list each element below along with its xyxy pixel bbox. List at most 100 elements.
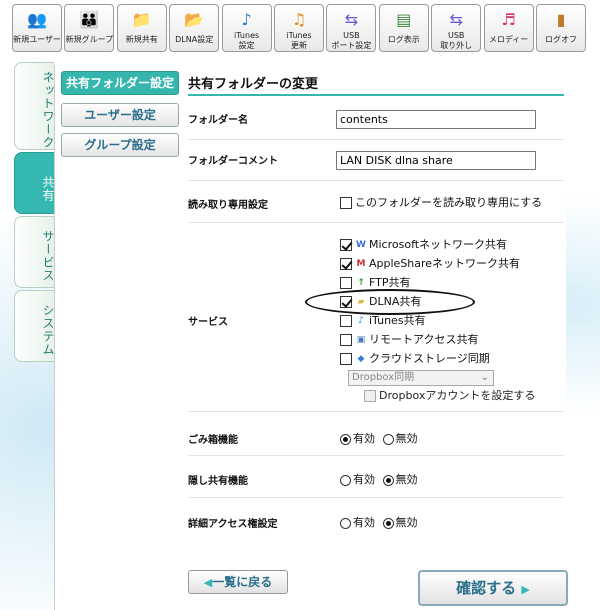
dropbox-account-row: Dropboxアカウントを設定する — [364, 388, 535, 404]
trash-radio-group: 有効 無効 — [340, 430, 422, 446]
nav-tab-system[interactable]: システム — [14, 290, 55, 362]
folder-name-label: フォルダー名 — [188, 115, 248, 126]
service-checkbox[interactable] — [340, 277, 352, 289]
service-checkbox[interactable] — [340, 334, 352, 346]
dropbox-account-text: Dropboxアカウントを設定する — [379, 389, 536, 402]
service-label: iTunes共有 — [369, 314, 426, 327]
access-disabled-label: 無効 — [395, 516, 418, 529]
dropbox-select-value: Dropbox同期 — [352, 372, 415, 383]
toolbar-button-log[interactable]: ▤ ログ表示 — [378, 4, 429, 52]
toolbar-button-label: USB 取り外し — [440, 31, 473, 50]
service-checkbox[interactable] — [340, 315, 352, 327]
toolbar-button-users[interactable]: 👥 新規ユーザー — [12, 4, 62, 52]
service-label: Microsoftネットワーク共有 — [369, 238, 508, 251]
service-row: M AppleShareネットワーク共有 — [340, 256, 520, 272]
toolbar-button-label: iTunes 設定 — [234, 31, 260, 50]
sidebar-group-button[interactable]: グループ設定 — [61, 133, 179, 157]
log-icon: ▤ — [396, 10, 412, 29]
confirm-button-label: 確認する — [456, 579, 517, 597]
back-button-label: 一覧に戻る — [212, 575, 273, 589]
toolbar-button-label: ログオフ — [545, 35, 577, 44]
service-label: リモートアクセス共有 — [369, 333, 479, 346]
dropbox-select[interactable]: Dropbox同期 ⌄ — [348, 370, 494, 386]
service-label: クラウドストレージ同期 — [369, 352, 490, 365]
confirm-button[interactable]: 確認する ▶ — [418, 570, 568, 606]
readonly-row: このフォルダーを読み取り専用にする — [340, 195, 542, 211]
toolbar: 👥 新規ユーザー 👪 新規グループ 📁 新規共有 📂 DLNA設定 ♪ iTunes 設定 ♫ iTu… — [12, 4, 588, 52]
cloud-storage-icon: ◆ — [357, 354, 365, 364]
toolbar-button-group[interactable]: 👪 新規グループ — [64, 4, 115, 52]
toolbar-button-folder[interactable]: 📁 新規共有 — [116, 4, 167, 52]
divider — [188, 180, 564, 181]
sidebar-user-button[interactable]: ユーザー設定 — [61, 103, 179, 127]
toolbar-button-usb-remove[interactable]: ⇆ USB 取り外し — [431, 4, 482, 52]
triangle-right-icon: ▶ — [521, 583, 530, 596]
dropbox-account-checkbox[interactable] — [364, 390, 376, 402]
access-enabled-radio[interactable] — [340, 517, 351, 529]
trash-disabled-label: 無効 — [395, 432, 418, 445]
toolbar-button-label: 新規ユーザー — [13, 35, 61, 44]
trash-enabled-label: 有効 — [353, 432, 375, 445]
page-title: 共有フォルダーの変更 — [188, 73, 564, 96]
toolbar-button-music-refresh[interactable]: ♫ iTunes 更新 — [274, 4, 324, 52]
trash-label: ごみ箱機能 — [188, 435, 238, 446]
triangle-left-icon: ◀ — [203, 576, 213, 589]
service-row: W Microsoftネットワーク共有 — [340, 237, 507, 253]
divider — [188, 139, 564, 140]
toolbar-button-label: 新規グループ — [65, 35, 114, 44]
hidden-disabled-label: 無効 — [395, 473, 418, 486]
service-checkbox[interactable] — [340, 353, 352, 365]
appleshare-icon: M — [356, 259, 366, 269]
service-checkbox[interactable] — [340, 239, 352, 251]
readonly-text: このフォルダーを読み取り専用にする — [355, 196, 543, 209]
service-row: ▣ リモートアクセス共有 — [340, 332, 478, 348]
toolbar-button-label: DLNA設定 — [175, 35, 214, 44]
microsoft-icon: W — [356, 240, 366, 250]
folder-comment-input[interactable] — [336, 151, 536, 170]
toolbar-button-label: メロディー — [488, 35, 529, 44]
highlight-ellipse — [305, 289, 475, 315]
hidden-enabled-radio[interactable] — [340, 474, 351, 486]
toolbar-button-dlna-folder[interactable]: 📂 DLNA設定 — [169, 4, 220, 52]
users-icon: 👥 — [27, 10, 47, 29]
nav-tab-network[interactable]: ネットワーク — [14, 62, 55, 150]
readonly-checkbox[interactable] — [340, 197, 352, 209]
melody-icon: ♬ — [501, 10, 516, 29]
access-label: 詳細アクセス権設定 — [188, 519, 278, 530]
hidden-disabled-radio[interactable] — [382, 474, 394, 486]
dlna-folder-icon: 📂 — [184, 10, 205, 29]
service-label: AppleShareネットワーク共有 — [369, 257, 521, 270]
nav-tab-service[interactable]: サービス — [14, 216, 55, 288]
access-disabled-radio[interactable] — [382, 517, 394, 529]
divider — [188, 411, 564, 412]
folder-icon: 📁 — [131, 10, 152, 29]
folder-name-input[interactable] — [336, 110, 536, 129]
readonly-label: 読み取り専用設定 — [188, 200, 268, 211]
trash-enabled-radio[interactable] — [340, 433, 351, 445]
toolbar-button-usb[interactable]: ⇆ USB ポート設定 — [326, 4, 377, 52]
service-label: FTP共有 — [369, 276, 411, 289]
service-checkbox[interactable] — [340, 258, 352, 270]
hidden-enabled-label: 有効 — [353, 473, 375, 486]
access-radio-group: 有効 無効 — [340, 514, 422, 530]
service-label: サービス — [188, 317, 228, 328]
folder-comment-label: フォルダーコメント — [188, 156, 278, 167]
sidebar-shared-folder-button[interactable]: 共有フォルダー設定 — [61, 71, 179, 95]
usb-icon: ⇆ — [344, 10, 359, 29]
logoff-door-icon: ▮ — [556, 10, 566, 29]
music-note-icon: ♪ — [241, 10, 252, 29]
back-to-list-button[interactable]: ◀一覧に戻る — [188, 570, 288, 594]
group-icon: 👪 — [79, 10, 100, 29]
divider — [188, 222, 564, 223]
access-enabled-label: 有効 — [353, 516, 375, 529]
toolbar-button-label: ログ表示 — [387, 35, 420, 44]
toolbar-button-music-note[interactable]: ♪ iTunes 設定 — [221, 4, 272, 52]
divider — [188, 497, 564, 498]
service-row: ◆ クラウドストレージ同期 — [340, 351, 490, 367]
usb-remove-icon: ⇆ — [449, 10, 463, 29]
divider — [188, 455, 564, 456]
nav-tab-share[interactable]: 共有 — [14, 152, 55, 214]
toolbar-button-logoff-door[interactable]: ▮ ログオフ — [536, 4, 586, 52]
trash-disabled-radio[interactable] — [382, 433, 394, 445]
toolbar-button-melody[interactable]: ♬ メロディー — [483, 4, 534, 52]
